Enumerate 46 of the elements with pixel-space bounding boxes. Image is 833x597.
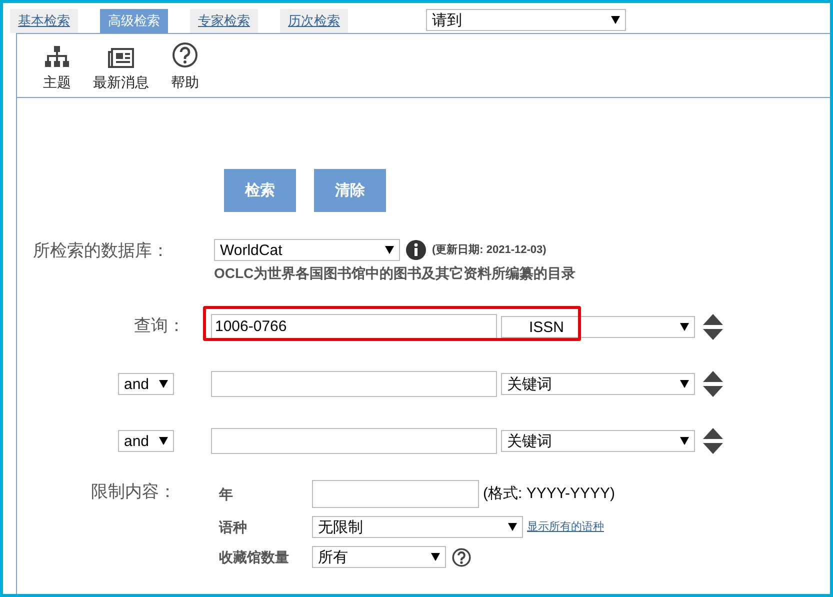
dropdown-caret-icon <box>385 246 394 254</box>
database-dropdown[interactable]: WorldCat <box>214 239 400 261</box>
goto-dropdown[interactable]: 请到 <box>426 9 626 31</box>
move-up-down-icon[interactable] <box>703 314 723 340</box>
toolbar-label[interactable]: 最新消息 <box>93 72 149 93</box>
search-tab[interactable]: 基本检索 <box>10 9 78 33</box>
field-dropdown[interactable]: ISSN <box>501 316 695 338</box>
database-description: OCLC为世界各国图书馆中的图书及其它资料所编纂的目录 <box>214 264 576 283</box>
help-icon <box>172 42 198 68</box>
holdings-label: 收藏馆数量 <box>219 548 290 566</box>
query-label: 查询： <box>134 315 185 338</box>
search-tab[interactable]: 专家检索 <box>190 9 258 33</box>
limits-label: 限制内容： <box>90 481 177 504</box>
dropdown-caret-icon <box>159 437 168 445</box>
toolbar-label[interactable]: 主题 <box>43 72 71 93</box>
help-icon[interactable] <box>452 548 471 566</box>
info-icon[interactable] <box>406 240 426 260</box>
year-format: (格式: YYYY-YYYY) <box>483 484 615 504</box>
field-dropdown[interactable]: 关键词 <box>501 373 695 395</box>
language-dropdown[interactable]: 无限制 <box>312 516 523 538</box>
show-languages-link[interactable]: 显示所有的语种 <box>527 518 604 536</box>
dropdown-caret-icon <box>680 437 689 445</box>
dropdown-caret-icon <box>680 323 689 331</box>
dropdown-caret-icon <box>431 553 440 561</box>
database-label: 所检索的数据库： <box>32 240 170 263</box>
search-input[interactable] <box>211 371 497 397</box>
operator-dropdown[interactable]: and <box>118 373 174 395</box>
holdings-dropdown[interactable]: 所有 <box>312 546 446 568</box>
dropdown-caret-icon <box>508 523 517 531</box>
search-input[interactable]: 1006-0766 <box>211 314 497 340</box>
toolbar-label[interactable]: 帮助 <box>171 72 199 93</box>
dropdown-caret-icon <box>611 16 620 24</box>
operator-dropdown[interactable]: and <box>118 430 174 452</box>
year-input[interactable] <box>312 480 479 508</box>
move-up-down-icon[interactable] <box>703 428 723 454</box>
dropdown-caret-icon <box>159 380 168 388</box>
field-dropdown[interactable]: 关键词 <box>501 430 695 452</box>
move-up-down-icon[interactable] <box>703 371 723 397</box>
hierarchy-icon <box>45 46 69 68</box>
search-input[interactable] <box>211 428 497 454</box>
newspaper-icon <box>108 48 134 68</box>
search-tab[interactable]: 历次检索 <box>280 9 348 33</box>
language-label: 语种 <box>219 518 248 536</box>
dropdown-caret-icon <box>680 380 689 388</box>
year-label: 年 <box>219 484 234 504</box>
update-date: (更新日期: 2021-12-03) <box>432 242 546 258</box>
